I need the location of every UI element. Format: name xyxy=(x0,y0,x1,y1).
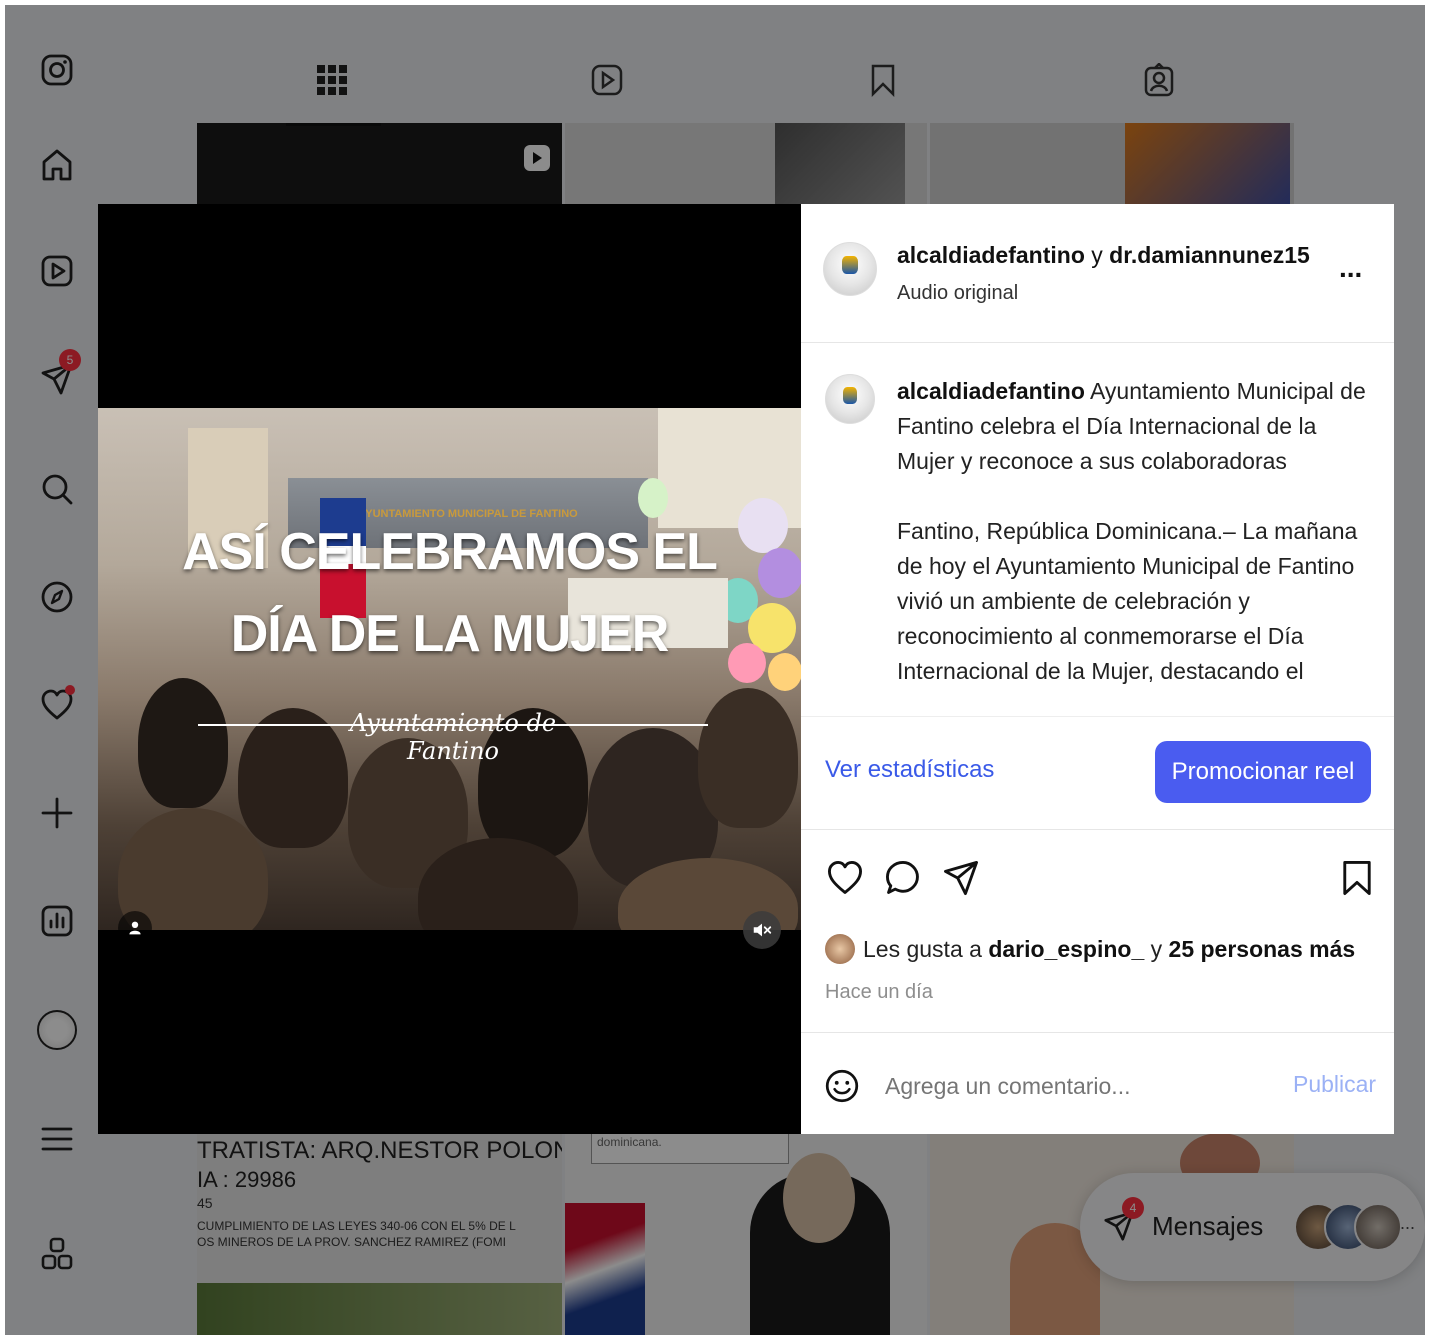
instagram-profile-page: TRATISTA: ARQ.NESTOR POLONIA IA : 29986 … xyxy=(5,5,1425,1335)
comment-bar: Publicar xyxy=(801,1032,1394,1135)
author-connector: y xyxy=(1091,242,1103,268)
reel-video[interactable]: AYUNTAMIENTO MUNICIPAL DE FANTINO ASÍ CE… xyxy=(98,204,801,1134)
post-timestamp[interactable]: Hace un día xyxy=(825,981,933,1004)
caption-author-avatar[interactable] xyxy=(825,374,875,424)
author-username[interactable]: alcaldiadefantino xyxy=(897,242,1085,268)
heart-icon xyxy=(828,861,862,894)
likes-prefix: Les gusta a xyxy=(863,935,982,962)
share-icon xyxy=(944,861,978,895)
emoji-icon[interactable] xyxy=(823,1067,861,1105)
reel-frame: AYUNTAMIENTO MUNICIPAL DE FANTINO xyxy=(98,408,801,930)
reel-title-line-1: ASÍ CELEBRAMOS EL xyxy=(182,523,718,581)
like-button[interactable] xyxy=(823,856,867,900)
tagged-users-button[interactable] xyxy=(118,911,152,945)
likes-connector: y xyxy=(1150,935,1163,962)
author-avatar[interactable] xyxy=(823,242,877,296)
likes-count[interactable]: 25 personas más xyxy=(1169,936,1356,963)
caption-username[interactable]: alcaldiadefantino xyxy=(897,378,1085,404)
liker-avatar xyxy=(825,934,855,964)
post-authors: alcaldiadefantino y dr.damiannunez15 xyxy=(897,242,1310,269)
comment-icon xyxy=(886,861,919,894)
post-modal: AYUNTAMIENTO MUNICIPAL DE FANTINO ASÍ CE… xyxy=(98,204,1394,1134)
bookmark-icon xyxy=(1343,861,1371,895)
share-button[interactable] xyxy=(939,856,983,900)
post-caption: alcaldiadefantino Ayuntamiento Municipal… xyxy=(897,374,1367,724)
save-button[interactable] xyxy=(1335,856,1379,900)
view-insights-link[interactable]: Ver estadísticas xyxy=(825,756,994,784)
audio-label[interactable]: Audio original xyxy=(897,282,1018,305)
comment-input[interactable] xyxy=(883,1065,1267,1107)
likes-summary[interactable]: Les gusta a dario_espino_ y 25 personas … xyxy=(825,934,1355,964)
publish-comment-button[interactable]: Publicar xyxy=(1293,1071,1376,1098)
more-options-button[interactable]: ... xyxy=(1339,252,1362,284)
reel-title-line-2: DÍA DE LA MUJER xyxy=(230,605,670,663)
caption-body: Fantino, República Dominicana.– La mañan… xyxy=(897,518,1358,684)
speaker-muted-icon xyxy=(753,923,772,937)
promote-reel-button[interactable]: Promocionar reel xyxy=(1155,741,1371,803)
person-icon xyxy=(129,921,141,935)
post-header: alcaldiadefantino y dr.damiannunez15 Aud… xyxy=(801,204,1394,343)
liker-username[interactable]: dario_espino_ xyxy=(988,936,1144,963)
collaborator-username[interactable]: dr.damiannunez15 xyxy=(1109,242,1310,268)
post-details-panel: alcaldiadefantino y dr.damiannunez15 Aud… xyxy=(801,204,1394,1134)
reel-signature: Ayuntamiento de Fantino xyxy=(349,709,557,765)
mute-toggle[interactable] xyxy=(743,911,781,949)
comment-button[interactable] xyxy=(881,856,925,900)
